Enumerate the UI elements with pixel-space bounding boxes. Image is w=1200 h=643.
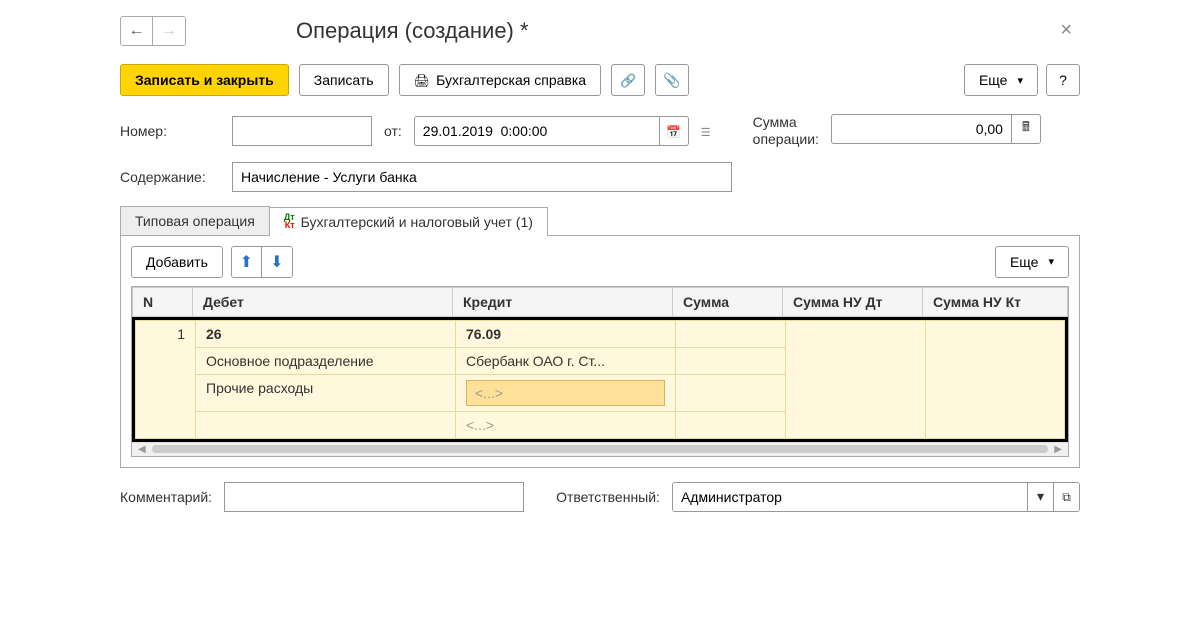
responsible-open-button[interactable]: [1053, 483, 1079, 511]
cell-credit-subconto2[interactable]: <...>: [456, 374, 676, 411]
cell-debit-subconto1[interactable]: Основное подразделение: [196, 347, 456, 374]
cell-sum-nu-kt[interactable]: [926, 320, 1065, 438]
page-title: Операция (создание) *: [296, 18, 529, 44]
col-sum-nu-kt: Сумма НУ Кт: [923, 287, 1068, 316]
tab-accounting-label: Бухгалтерский и налоговый учет (1): [301, 214, 533, 230]
attachments-button[interactable]: [655, 64, 689, 96]
add-button[interactable]: Добавить: [131, 246, 223, 278]
number-label: Номер:: [120, 123, 220, 139]
cell-debit-subconto3[interactable]: [196, 411, 456, 438]
responsible-label: Ответственный:: [556, 489, 660, 505]
scroll-left-icon[interactable]: ◀: [138, 444, 146, 455]
move-buttons: ⬆ ⬇: [231, 246, 293, 278]
horizontal-scrollbar[interactable]: ◀ ▶: [132, 442, 1068, 456]
print-icon: [414, 72, 431, 89]
calculator-button[interactable]: [1011, 114, 1041, 144]
content-label: Содержание:: [120, 169, 220, 185]
comment-label: Комментарий:: [120, 489, 212, 505]
attach-icon: [663, 72, 680, 89]
calendar-button[interactable]: [659, 116, 689, 146]
save-button[interactable]: Записать: [299, 64, 389, 96]
responsible-dropdown-button[interactable]: ▾: [1027, 483, 1053, 511]
dt-kt-icon: ДтКт: [284, 214, 295, 228]
col-n: N: [133, 287, 193, 316]
more-button[interactable]: Еще: [964, 64, 1038, 96]
cell-debit-subconto2[interactable]: Прочие расходы: [196, 374, 456, 411]
open-icon: [1062, 488, 1071, 505]
sum-input[interactable]: [831, 114, 1011, 144]
cell-credit-account[interactable]: 76.09: [456, 320, 676, 347]
date-label: от:: [384, 123, 402, 139]
calculator-icon: [1022, 118, 1030, 140]
entries-table: N Дебет Кредит Сумма Сумма НУ Дт Сумма Н…: [132, 287, 1068, 317]
close-button[interactable]: ×: [1052, 15, 1080, 46]
comment-input[interactable]: [224, 482, 524, 512]
move-up-button[interactable]: ⬆: [232, 247, 262, 277]
cell-debit-account[interactable]: 26: [196, 320, 456, 347]
scroll-right-icon[interactable]: ▶: [1054, 444, 1062, 455]
content-input[interactable]: [232, 162, 732, 192]
calendar-icon: [666, 123, 681, 139]
date-input[interactable]: [414, 116, 659, 146]
table-row[interactable]: 1 26 76.09: [136, 320, 1065, 347]
nav-back-button[interactable]: ←: [121, 17, 153, 45]
list-icon[interactable]: [701, 123, 711, 139]
col-sum: Сумма: [673, 287, 783, 316]
save-and-close-button[interactable]: Записать и закрыть: [120, 64, 289, 96]
cell-credit-subconto3[interactable]: <...>: [456, 411, 676, 438]
sum-label: Суммаоперации:: [753, 114, 819, 148]
help-button[interactable]: ?: [1046, 64, 1080, 96]
cell-sum-nu-dt[interactable]: [786, 320, 926, 438]
nav-history[interactable]: ← →: [120, 16, 186, 46]
cell-n[interactable]: 1: [136, 320, 196, 438]
col-debit: Дебет: [193, 287, 453, 316]
tab-typical-operation[interactable]: Типовая операция: [120, 206, 270, 235]
accounting-report-button[interactable]: Бухгалтерская справка: [399, 64, 601, 96]
structure-button[interactable]: [611, 64, 645, 96]
panel-more-button[interactable]: Еще: [995, 246, 1069, 278]
move-down-button[interactable]: ⬇: [262, 247, 292, 277]
col-sum-nu-dt: Сумма НУ Дт: [783, 287, 923, 316]
cell-sum[interactable]: [676, 320, 786, 347]
col-credit: Кредит: [453, 287, 673, 316]
link-icon: [620, 72, 636, 89]
responsible-input[interactable]: [673, 483, 1027, 511]
scroll-thumb[interactable]: [152, 445, 1049, 453]
report-label: Бухгалтерская справка: [436, 72, 586, 88]
tab-accounting[interactable]: ДтКт Бухгалтерский и налоговый учет (1): [269, 207, 548, 236]
number-input[interactable]: [232, 116, 372, 146]
nav-forward-button[interactable]: →: [153, 17, 185, 45]
cell-credit-subconto1[interactable]: Сбербанк ОАО г. Ст...: [456, 347, 676, 374]
